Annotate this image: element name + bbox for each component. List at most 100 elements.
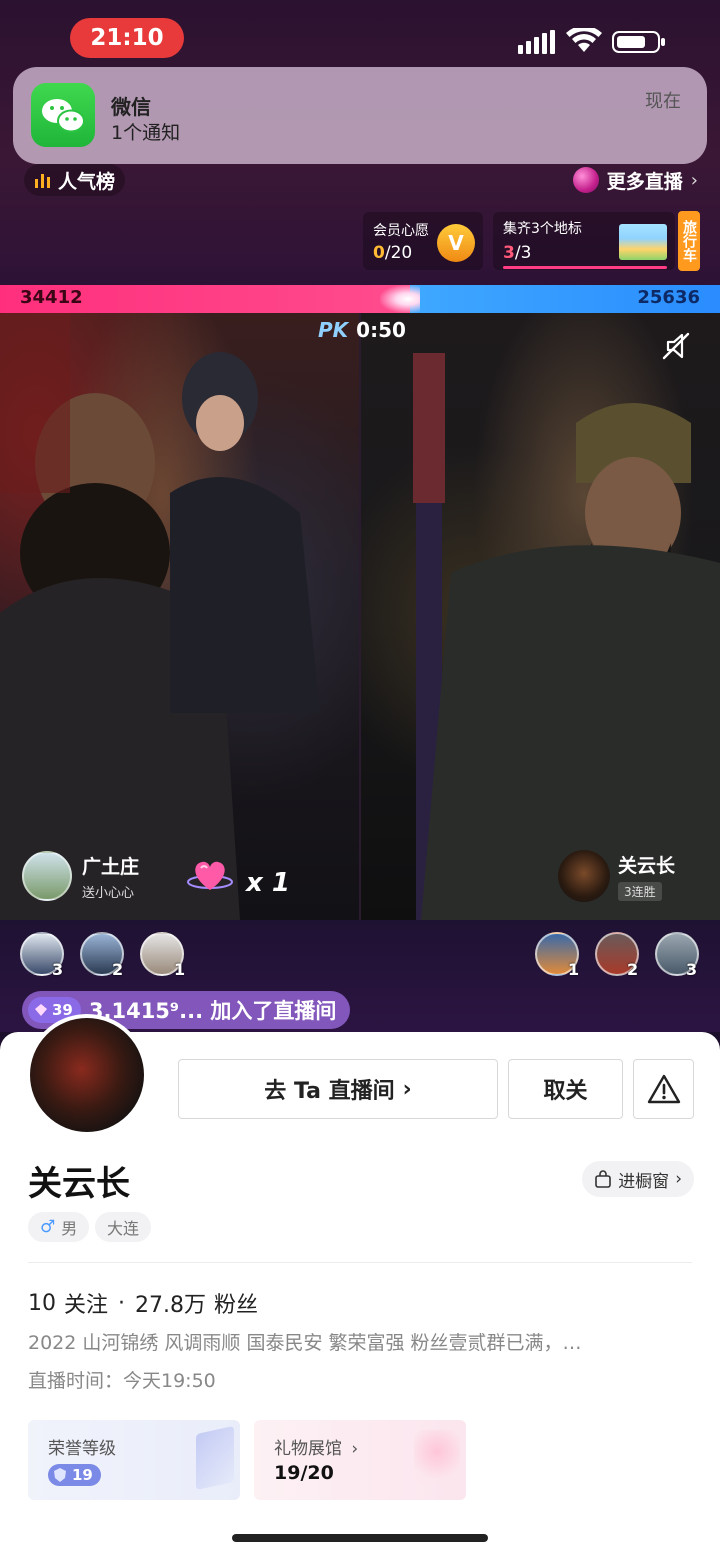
chevron-right-icon: ›	[351, 1439, 359, 1459]
left-stream-figures	[0, 313, 320, 920]
mute-icon[interactable]	[660, 330, 692, 362]
travel-car-tag[interactable]: 旅行车	[678, 211, 700, 271]
left-stream-video[interactable]	[0, 313, 359, 920]
chevron-right-icon: ›	[402, 1076, 412, 1102]
shopping-bag-icon	[595, 1170, 611, 1188]
followers-count: 27.8万	[135, 1293, 207, 1318]
city-label: 大连	[107, 1219, 140, 1238]
honor-level-card[interactable]: 荣誉等级 19	[28, 1420, 240, 1500]
left-host-tag[interactable]: 广土庄 送小心心	[22, 850, 139, 902]
male-icon: ♂	[40, 1217, 56, 1237]
popularity-label: 人气榜	[58, 170, 116, 193]
follow-stats: 10 关注 · 27.8万 粉丝	[28, 1287, 258, 1319]
notification-app-name: 微信	[111, 95, 151, 119]
right-stream-video[interactable]	[361, 313, 720, 920]
separator-dot: ·	[118, 1290, 126, 1316]
shield-icon	[54, 1468, 66, 1482]
right-contributor-rank: 3	[686, 960, 698, 979]
divider	[28, 1262, 692, 1263]
left-host-subtitle: 送小心心	[82, 885, 135, 901]
wifi-icon	[566, 28, 602, 52]
pk-timer: PK 0:50	[318, 316, 406, 344]
honor-level-number: 19	[72, 1466, 93, 1484]
wish-progress: 0/20	[373, 243, 412, 263]
collect-progress: 3/3	[503, 243, 531, 263]
win-streak-badge: 3连胜	[618, 882, 662, 901]
honor-level-title: 荣誉等级	[48, 1439, 116, 1459]
right-host-tag[interactable]: 关云长 3连胜	[558, 848, 675, 904]
left-contributor-rank: 1	[174, 960, 186, 979]
more-live-label: 更多直播	[606, 170, 683, 193]
status-time: 21:10	[70, 18, 184, 58]
battery-icon	[612, 31, 665, 53]
right-host-info: 关云长 3连胜	[618, 851, 675, 901]
following-count: 10	[28, 1290, 56, 1316]
notification-banner[interactable]: 微信 1个通知 现在	[13, 67, 707, 164]
heart-gift-icon	[187, 861, 233, 890]
gift-hall-title-text: 礼物展馆	[274, 1439, 342, 1459]
gift-hall-title: 礼物展馆 ›	[274, 1434, 358, 1459]
popularity-ranking-button[interactable]: 人气榜	[24, 164, 126, 196]
city-tag: 大连	[95, 1212, 152, 1242]
chevron-right-icon: ›	[675, 1169, 682, 1189]
report-button[interactable]	[633, 1059, 694, 1119]
followers-label: 粉丝	[214, 1293, 259, 1318]
notification-time: 现在	[645, 91, 681, 112]
right-host-name: 关云长	[618, 855, 676, 877]
wish-title: 会员心愿	[373, 223, 429, 239]
home-indicator[interactable]	[232, 1534, 488, 1542]
collect-progress-bar	[503, 266, 667, 269]
host-profile-sheet: 去 Ta 直播间 › 取关 关云长 进橱窗 › ♂ 男 大连 10 关注 · 2…	[0, 1014, 720, 1557]
right-host-avatar	[558, 850, 610, 902]
collect-landmarks-card[interactable]: 集齐3个地标 3/3	[493, 212, 675, 270]
left-host-info: 广土庄 送小心心	[82, 852, 139, 901]
profile-bio: 2022 山河锦绣 风调雨顺 国泰民安 繁荣富强 粉丝壹贰群已满，…	[28, 1332, 582, 1354]
following-label: 关注	[64, 1293, 109, 1318]
pk-score-bar: 34412 25636	[0, 285, 720, 313]
collect-progress-total: /3	[514, 243, 532, 263]
showcase-button[interactable]: 进橱窗 ›	[582, 1161, 694, 1197]
wish-progress-current: 0	[373, 243, 385, 263]
pk-countdown: 0:50	[356, 318, 406, 342]
honor-cube-decoration	[196, 1425, 234, 1491]
gender-tag: ♂ 男	[28, 1212, 90, 1242]
diamond-icon	[35, 1004, 47, 1016]
unfollow-label: 取关	[543, 1079, 588, 1104]
warning-icon	[647, 1074, 680, 1104]
left-contributor-rank: 3	[52, 960, 64, 979]
collect-progress-current: 3	[503, 243, 515, 263]
honor-level-badge: 19	[48, 1464, 101, 1486]
pk-left-score: 34412	[20, 287, 83, 308]
profile-name: 关云长	[28, 1164, 130, 1204]
go-to-live-room-label: 去 Ta 直播间	[264, 1079, 395, 1104]
profile-avatar[interactable]	[26, 1014, 148, 1136]
vip-badge-icon: V	[437, 224, 475, 262]
wechat-app-icon	[31, 83, 95, 147]
left-host-name: 广土庄	[82, 855, 140, 878]
pk-flame-icon	[380, 285, 420, 313]
collect-title: 集齐3个地标	[503, 221, 582, 237]
right-contributor-rank: 2	[627, 960, 639, 979]
gift-box-decoration	[414, 1430, 460, 1484]
live-orb-icon	[572, 167, 599, 193]
pk-logo: PK	[318, 318, 349, 342]
member-wish-card[interactable]: 会员心愿 0/20 V	[363, 212, 483, 270]
gift-hall-card[interactable]: 礼物展馆 › 19/20	[254, 1420, 466, 1500]
landmark-thumbnail	[619, 224, 667, 260]
right-stream-figures	[413, 353, 720, 920]
live-schedule: 直播时间：今天19:50	[28, 1370, 216, 1392]
gift-combo-count: x 1	[246, 868, 290, 898]
notification-body: 1个通知	[111, 122, 181, 144]
gift-hall-progress: 19/20	[274, 1462, 334, 1484]
pk-right-score: 25636	[637, 287, 700, 308]
more-live-button[interactable]: 更多直播 ›	[572, 164, 698, 196]
joined-message: 3.1415⁹... 加入了直播间	[88, 999, 337, 1023]
right-contributor-rank: 1	[568, 960, 580, 979]
stream-divider	[359, 313, 361, 920]
cellular-signal-icon	[518, 30, 555, 54]
go-to-live-room-button[interactable]: 去 Ta 直播间 ›	[178, 1059, 498, 1119]
gender-label: 男	[61, 1219, 78, 1238]
unfollow-button[interactable]: 取关	[508, 1059, 623, 1119]
wish-progress-total: /20	[384, 243, 413, 263]
left-contributor-rank: 2	[112, 960, 124, 979]
